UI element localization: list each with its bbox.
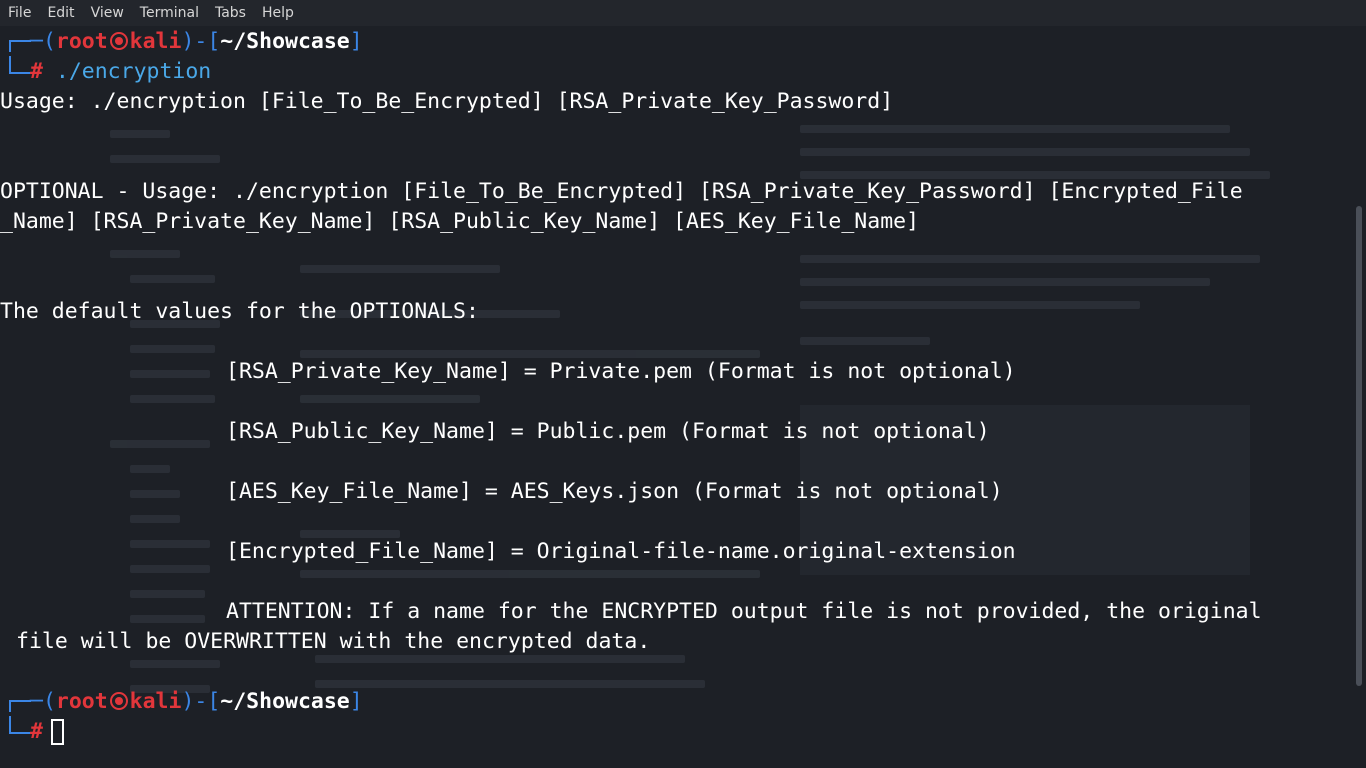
prompt-symbol: #: [30, 719, 43, 744]
terminal-scrollbar[interactable]: [1356, 206, 1362, 686]
prompt-line: ─(root kali)-[~/Showcase]: [30, 29, 363, 54]
menu-help[interactable]: Help: [254, 0, 302, 26]
default-encrypted-name: [Encrypted_File_Name] = Original-file-na…: [226, 539, 1016, 564]
command-line: # ./encryption: [30, 57, 211, 87]
text-cursor[interactable]: [50, 719, 64, 745]
prompt-frame-top: [9, 40, 31, 52]
prompt-cwd: ~/Showcase: [220, 29, 350, 54]
usage-line: Usage: ./encryption [File_To_Be_Encrypte…: [0, 89, 894, 114]
prompt-frame-bottom: [9, 716, 31, 734]
optional-usage-line-1: OPTIONAL - Usage: ./encryption [File_To_…: [0, 179, 1243, 204]
terminal-output[interactable]: ─(root kali)-[~/Showcase] # ./encryption …: [0, 26, 1366, 768]
prompt-cwd: ~/Showcase: [220, 689, 350, 714]
prompt-frame-top: [9, 700, 31, 712]
prompt-host: kali: [129, 29, 182, 54]
menu-view[interactable]: View: [83, 0, 132, 26]
prompt-host: kali: [129, 689, 182, 714]
menu-edit[interactable]: Edit: [39, 0, 82, 26]
menu-file[interactable]: File: [0, 0, 39, 26]
input-line[interactable]: #: [30, 717, 64, 747]
default-aes-key: [AES_Key_File_Name] = AES_Keys.json (For…: [226, 479, 1003, 504]
prompt-line: ─(root kali)-[~/Showcase]: [30, 689, 363, 714]
prompt-user: root: [55, 689, 108, 714]
kali-skull-icon: [109, 692, 128, 710]
kali-skull-icon: [109, 32, 128, 50]
default-private-key: [RSA_Private_Key_Name] = Private.pem (Fo…: [226, 359, 1016, 384]
menu-terminal[interactable]: Terminal: [132, 0, 207, 26]
prompt-symbol: #: [30, 59, 43, 84]
defaults-header: The default values for the OPTIONALS:: [0, 299, 479, 324]
prompt-user: root: [55, 29, 108, 54]
command-text: ./encryption: [55, 59, 212, 84]
default-public-key: [RSA_Public_Key_Name] = Public.pem (Form…: [226, 419, 990, 444]
attention-line-1: ATTENTION: If a name for the ENCRYPTED o…: [226, 599, 1262, 624]
optional-usage-line-2: _Name] [RSA_Private_Key_Name] [RSA_Publi…: [0, 209, 920, 234]
menu-tabs[interactable]: Tabs: [207, 0, 254, 26]
prompt-frame-bottom: [9, 56, 31, 74]
attention-line-2: file will be OVERWRITTEN with the encryp…: [16, 629, 651, 654]
terminal-menubar: File Edit View Terminal Tabs Help: [0, 0, 1366, 26]
